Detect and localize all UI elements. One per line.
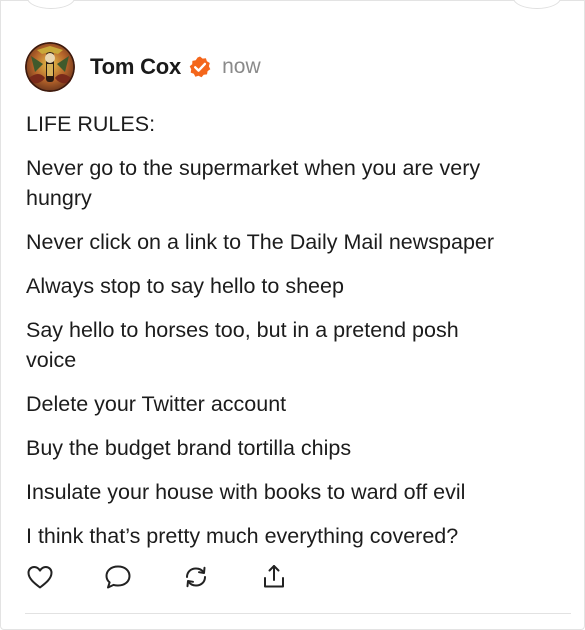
- post-body: LIFE RULES: Never go to the supermarket …: [26, 109, 571, 551]
- top-edge-decoration: [513, 0, 561, 9]
- post-paragraph: Always stop to say hello to sheep: [26, 274, 344, 298]
- share-icon[interactable]: [259, 562, 289, 592]
- comment-icon[interactable]: [103, 562, 133, 592]
- post-paragraph: LIFE RULES:: [26, 112, 156, 136]
- verified-check-icon: [188, 55, 212, 79]
- post-paragraph: Buy the budget brand tortilla chips: [26, 436, 352, 460]
- post-card: Tom Cox now LIFE RULES: Never go to the …: [0, 0, 585, 630]
- heart-icon[interactable]: [25, 562, 55, 592]
- post-header: Tom Cox now: [25, 41, 261, 93]
- avatar[interactable]: [25, 42, 75, 92]
- post-paragraph: Say hello to horses too, but in a preten…: [26, 318, 459, 372]
- timestamp: now: [222, 55, 261, 78]
- post-paragraph: Insulate your house with books to ward o…: [26, 480, 466, 504]
- divider: [25, 613, 571, 614]
- post-paragraph: Delete your Twitter account: [26, 392, 287, 416]
- post-paragraph: I think that’s pretty much everything co…: [26, 524, 459, 548]
- top-edge-decoration: [27, 0, 75, 9]
- repost-icon[interactable]: [181, 562, 211, 592]
- post-paragraph: Never click on a link to The Daily Mail …: [26, 230, 495, 254]
- post-actions: [25, 562, 289, 592]
- author-name[interactable]: Tom Cox: [90, 54, 181, 80]
- post-paragraph: Never go to the supermarket when you are…: [26, 156, 481, 210]
